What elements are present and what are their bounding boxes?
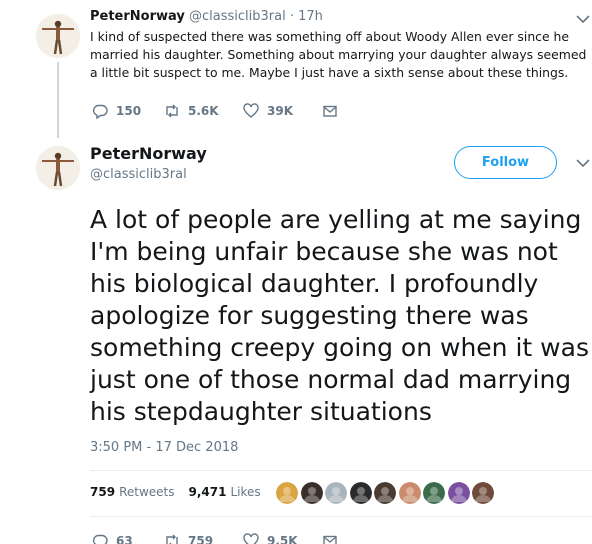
author-name[interactable]: PeterNorway [90, 9, 185, 24]
user-avatar-icon [423, 482, 445, 504]
heart-icon [243, 103, 259, 118]
heart-icon [243, 533, 259, 544]
follow-button[interactable]: Follow [454, 146, 557, 179]
divider [90, 516, 592, 517]
avatar-image-icon [36, 146, 80, 190]
avatar[interactable] [36, 14, 80, 58]
author-name[interactable]: PeterNorway [90, 144, 207, 164]
reply-count: 63 [116, 534, 133, 544]
like-count: 9.5K [267, 534, 298, 544]
envelope-icon [323, 105, 337, 117]
tweet-actions: 63 759 9.5K [92, 533, 338, 544]
user-avatar-icon [398, 482, 421, 504]
author-handle[interactable]: @classiclib3ral [189, 9, 286, 24]
user-avatar-icon [300, 482, 323, 504]
user-avatar-icon [349, 482, 372, 504]
divider [90, 470, 592, 471]
liker-avatar[interactable] [423, 482, 445, 504]
tweet-parent[interactable]: PeterNorway @classiclib3ral · 17h I kind… [0, 0, 592, 138]
direct-message-button[interactable] [322, 533, 338, 544]
user-avatar-icon [325, 482, 347, 504]
tweet-timestamp[interactable]: 3:50 PM - 17 Dec 2018 [90, 440, 238, 455]
tweet-text: A lot of people are yelling at me saying… [90, 205, 589, 426]
more-options-chevron-down-icon[interactable] [576, 14, 590, 24]
thread-line [57, 62, 59, 138]
separator-dot: · [289, 9, 294, 24]
retweet-total[interactable]: 759 [90, 485, 115, 499]
retweet-count: 5.6K [188, 104, 219, 118]
user-avatar-icon [472, 482, 494, 504]
reply-count: 150 [116, 104, 142, 118]
like-count: 39K [267, 104, 293, 118]
reply-icon [92, 534, 108, 544]
like-total-label[interactable]: Likes [230, 485, 260, 499]
liker-avatar[interactable] [472, 482, 494, 504]
avatar-image-icon [36, 14, 80, 58]
tweet-text: I kind of suspected there was something … [90, 29, 587, 80]
envelope-icon [323, 535, 337, 544]
liker-avatar[interactable] [447, 482, 470, 504]
tweet-actions: 150 5.6K 39K [92, 103, 338, 119]
liker-avatar[interactable] [276, 482, 298, 504]
like-button[interactable]: 9.5K [243, 533, 322, 544]
liker-avatar[interactable] [325, 482, 347, 504]
retweet-total-label[interactable]: Retweets [119, 485, 174, 499]
avatar[interactable] [36, 146, 80, 190]
like-button[interactable]: 39K [243, 103, 322, 119]
liker-avatar[interactable] [300, 482, 323, 504]
user-avatar-icon [374, 482, 396, 504]
liker-avatar[interactable] [398, 482, 421, 504]
reply-button[interactable]: 63 [92, 533, 164, 544]
user-avatar-icon [447, 482, 470, 504]
retweet-icon [166, 534, 178, 544]
direct-message-button[interactable] [322, 103, 338, 119]
reply-button[interactable]: 150 [92, 103, 164, 119]
more-options-chevron-down-icon[interactable] [576, 158, 590, 168]
liker-avatars[interactable] [276, 482, 497, 504]
engagement-stats: 759 Retweets 9,471 Likes [90, 485, 261, 499]
author-handle[interactable]: @classiclib3ral [90, 166, 187, 184]
retweet-icon [166, 104, 178, 118]
retweet-button[interactable]: 5.6K [164, 103, 243, 119]
reply-icon [92, 104, 108, 119]
liker-avatar[interactable] [349, 482, 372, 504]
retweet-count: 759 [188, 534, 214, 544]
like-total[interactable]: 9,471 [189, 485, 227, 499]
liker-avatar[interactable] [374, 482, 396, 504]
tweet-header: PeterNorway @classiclib3ral · 17h [90, 8, 323, 26]
retweet-button[interactable]: 759 [164, 533, 243, 544]
tweet-time[interactable]: 17h [298, 9, 323, 24]
user-avatar-icon [276, 482, 298, 504]
